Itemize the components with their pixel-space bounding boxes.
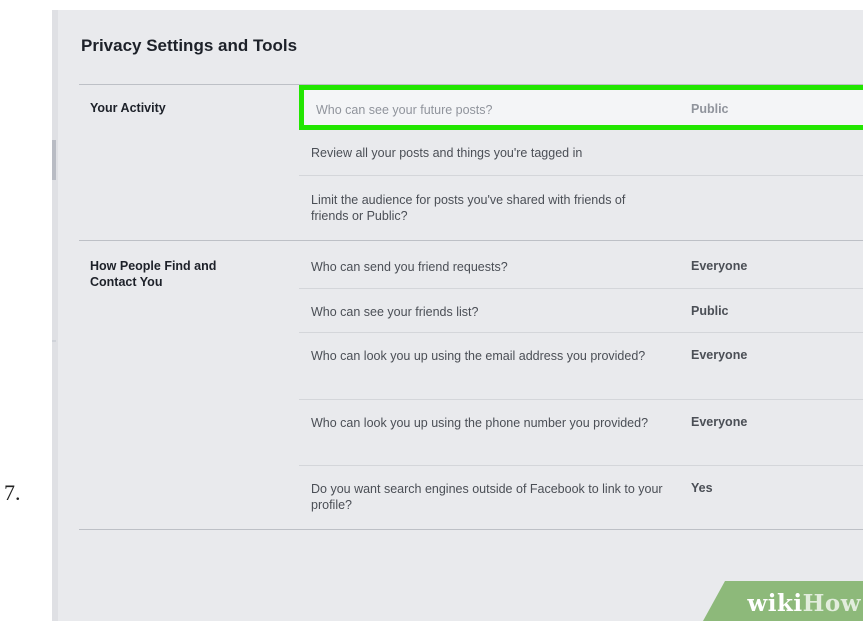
sidebar-edge [52, 10, 58, 621]
privacy-settings-screenshot: Privacy Settings and Tools Your Activity… [52, 10, 863, 621]
section-label-your-activity: Your Activity [90, 101, 166, 115]
setting-row-search-engines[interactable]: Do you want search engines outside of Fa… [299, 466, 863, 529]
setting-question: Who can look you up using the email addr… [311, 349, 646, 363]
wikihow-logo: wikiHow [747, 590, 861, 617]
setting-row-friend-requests[interactable]: Who can send you friend requests? Everyo… [299, 241, 863, 287]
setting-row-friends-list[interactable]: Who can see your friends list? Public [299, 289, 863, 332]
setting-question: Who can see your friends list? [311, 305, 479, 319]
wikihow-watermark: wikiHow [703, 581, 863, 621]
setting-row-email-lookup[interactable]: Who can look you up using the email addr… [299, 333, 863, 399]
setting-value: Yes [691, 481, 713, 495]
wikihow-logo-how: How [802, 590, 861, 617]
sidebar-edge-divider [52, 340, 56, 342]
setting-question: Do you want search engines outside of Fa… [311, 482, 663, 512]
page-title: Privacy Settings and Tools [81, 36, 298, 55]
wikihow-logo-wiki: wiki [747, 590, 803, 617]
step-number: 7. [4, 480, 21, 505]
sidebar-edge-marker [52, 140, 56, 180]
setting-question: Who can look you up using the phone numb… [311, 416, 649, 430]
setting-value: Everyone [691, 415, 748, 429]
setting-question: Who can send you friend requests? [311, 260, 508, 274]
setting-value: Public [691, 304, 729, 318]
setting-question: Review all your posts and things you're … [311, 146, 583, 160]
section-label-how-people-find: How People Find and Contact You [90, 259, 217, 289]
setting-value: Everyone [691, 259, 748, 273]
section-divider [79, 529, 863, 530]
setting-row-phone-lookup[interactable]: Who can look you up using the phone numb… [299, 400, 863, 465]
setting-value: Public [691, 102, 729, 116]
setting-question: Limit the audience for posts you've shar… [311, 193, 626, 223]
setting-value: Everyone [691, 348, 748, 362]
setting-question: Who can see your future posts? [316, 103, 493, 117]
setting-row-limit-audience[interactable]: Limit the audience for posts you've shar… [299, 176, 863, 240]
setting-row-future-posts[interactable]: Who can see your future posts? Public [299, 85, 863, 130]
setting-row-review-posts[interactable]: Review all your posts and things you're … [299, 131, 863, 173]
